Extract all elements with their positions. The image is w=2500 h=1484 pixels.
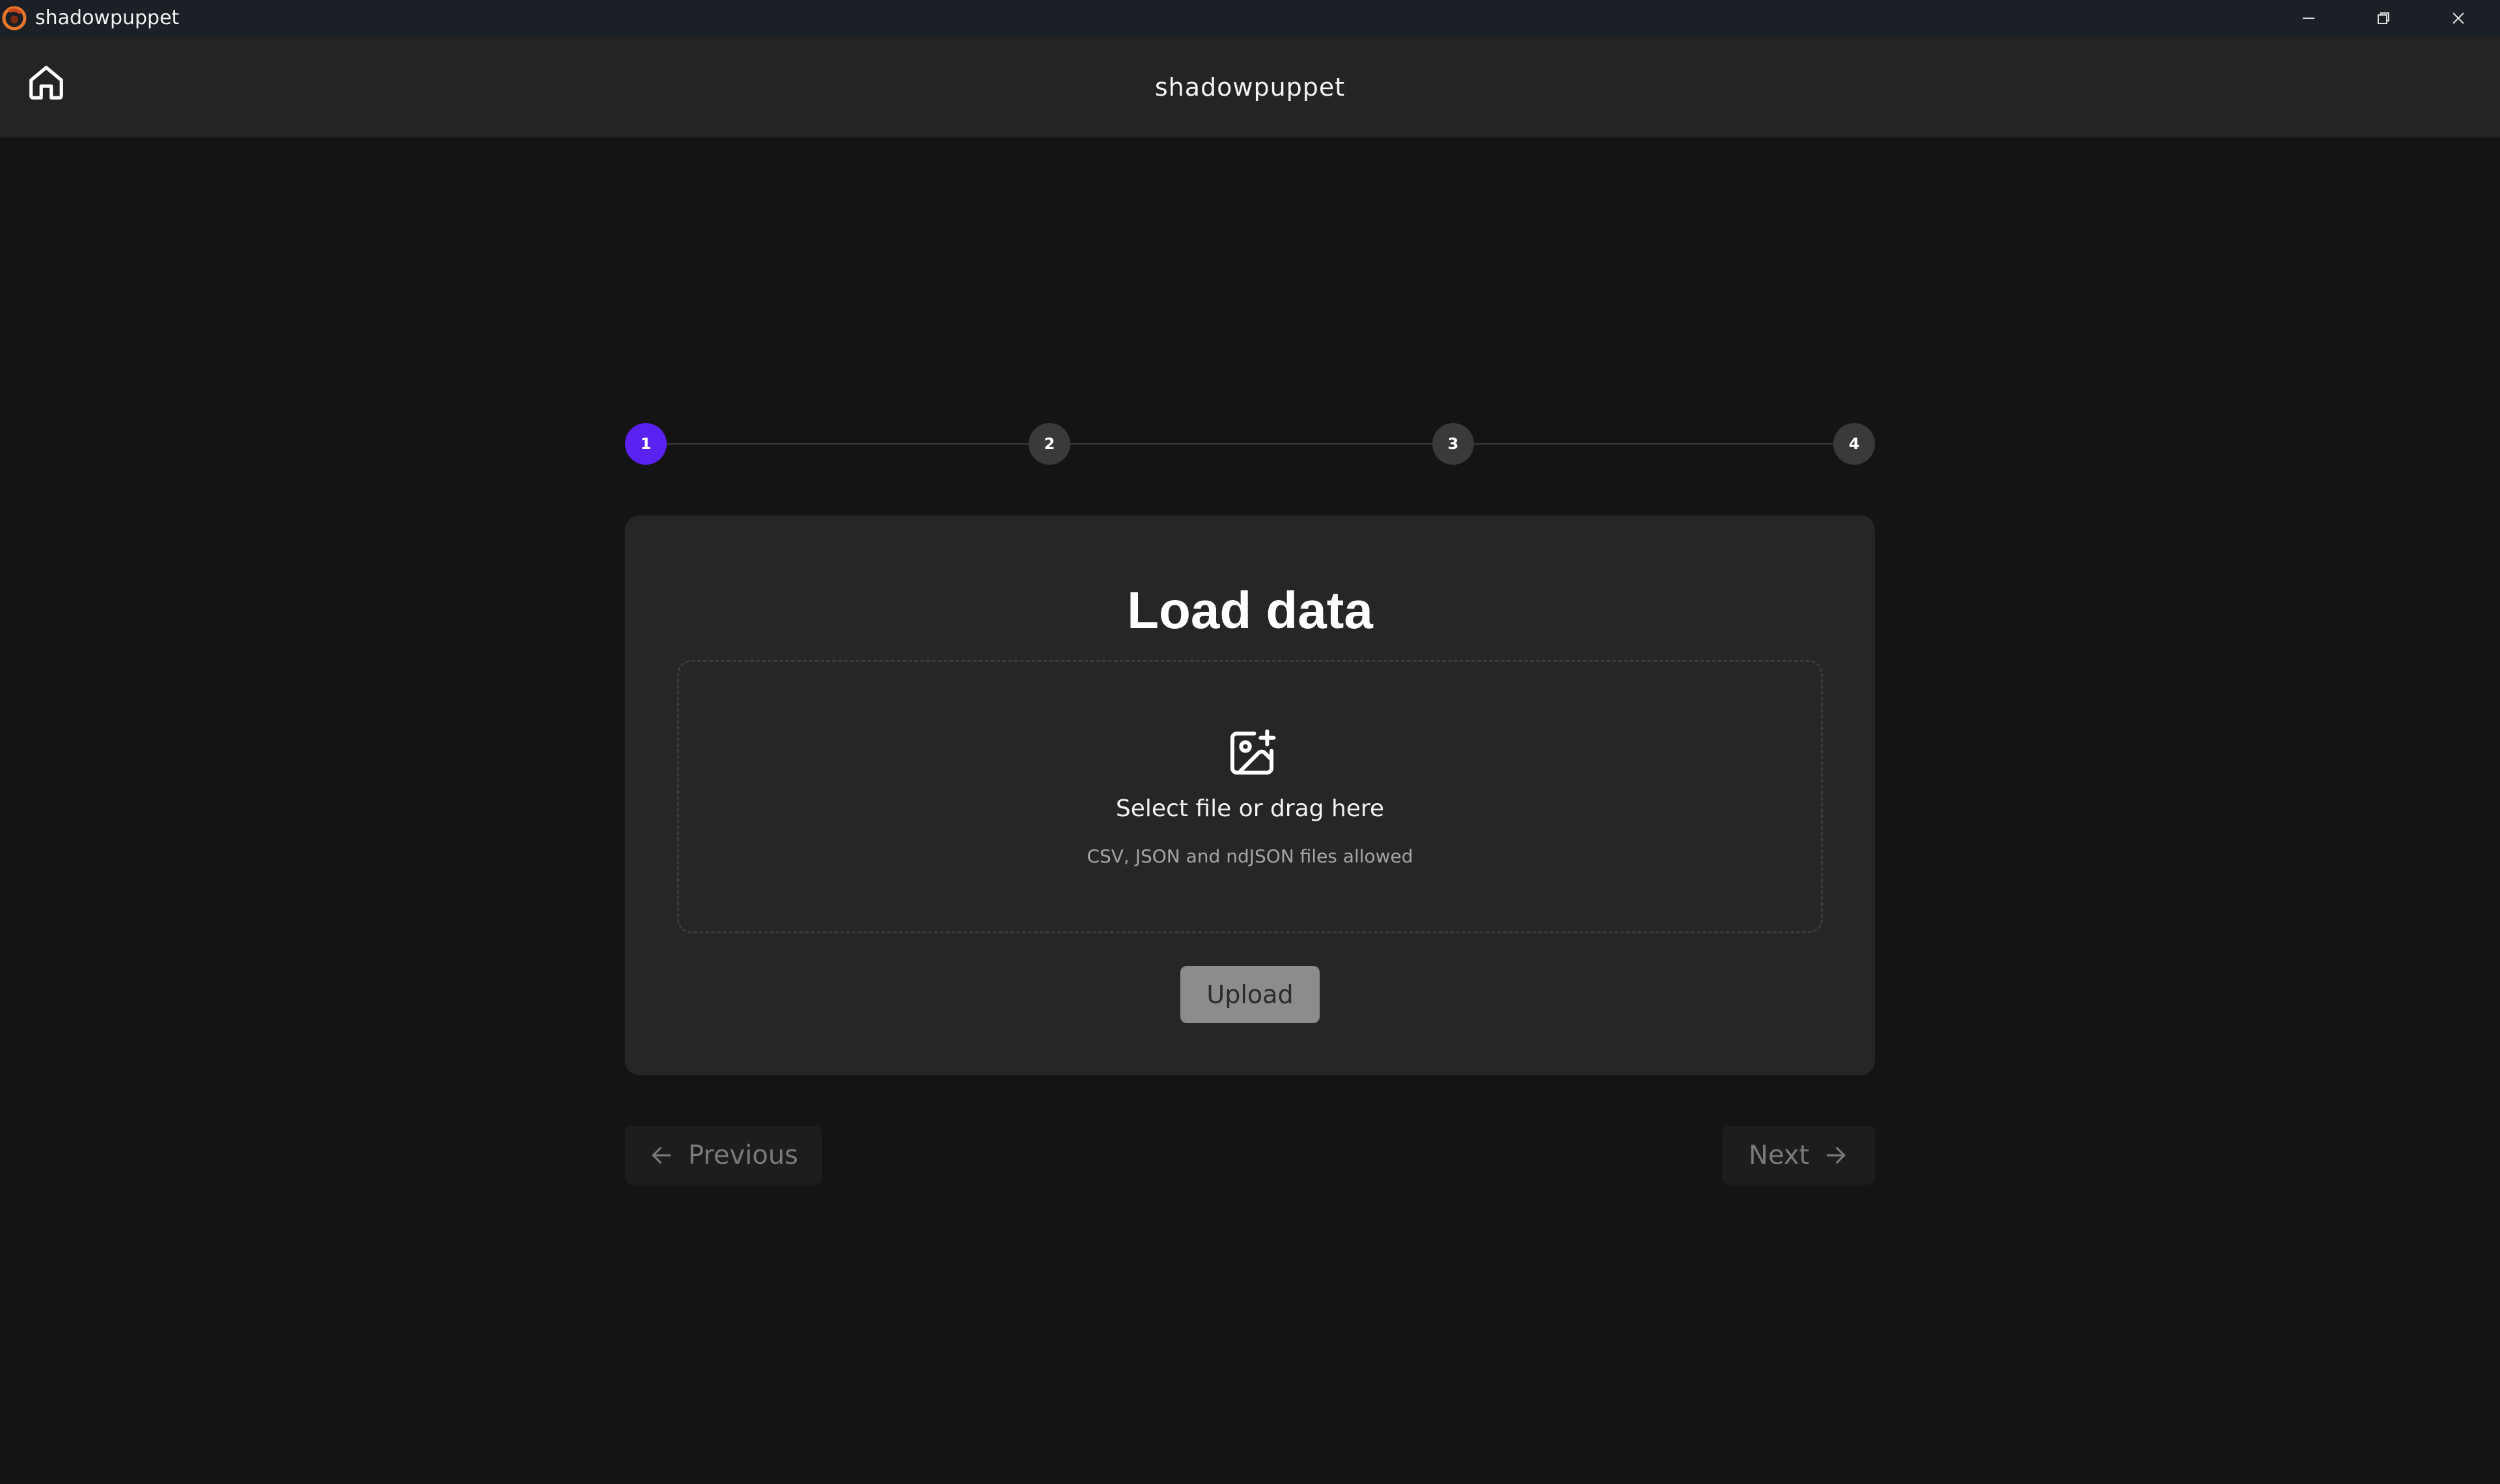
minimize-icon [2302,18,2314,19]
step-2[interactable]: 2 [1029,423,1070,465]
window-title: shadowpuppet [35,7,180,29]
next-button[interactable]: Next [1722,1126,1875,1185]
previous-button[interactable]: Previous [625,1126,822,1185]
next-label: Next [1748,1140,1810,1170]
restore-icon [2377,12,2389,24]
minimize-button[interactable] [2271,0,2346,36]
stepper: 1 2 3 4 [625,423,1875,465]
step-connector [667,443,1029,445]
header-title: shadowpuppet [1154,73,1346,102]
step-connector [1070,443,1432,445]
home-button[interactable] [23,60,69,105]
card-title: Load data [1127,581,1373,639]
step-1[interactable]: 1 [625,423,667,465]
arrow-right-icon [1826,1147,1846,1164]
step-3[interactable]: 3 [1432,423,1474,465]
app-header: shadowpuppet [0,36,2500,138]
window-titlebar: shadowpuppet [0,0,2500,36]
home-icon [29,66,63,100]
previous-label: Previous [688,1140,799,1170]
close-button[interactable] [2421,0,2495,36]
maximize-button[interactable] [2346,0,2421,36]
image-plus-icon [1230,729,1276,775]
step-connector [1474,443,1833,445]
arrow-left-icon [652,1147,671,1164]
file-dropzone[interactable]: Select file or drag here CSV, JSON and n… [677,660,1823,933]
dropzone-primary-text: Select file or drag here [1115,795,1385,822]
upload-button[interactable]: Upload [1180,966,1320,1023]
close-icon [2452,12,2464,24]
app-logo-icon [2,6,27,31]
step-4[interactable]: 4 [1833,423,1875,465]
dropzone-secondary-text: CSV, JSON and ndJSON files allowed [1087,845,1413,867]
load-data-card: Load data Select file or drag here CSV, … [625,515,1875,1075]
